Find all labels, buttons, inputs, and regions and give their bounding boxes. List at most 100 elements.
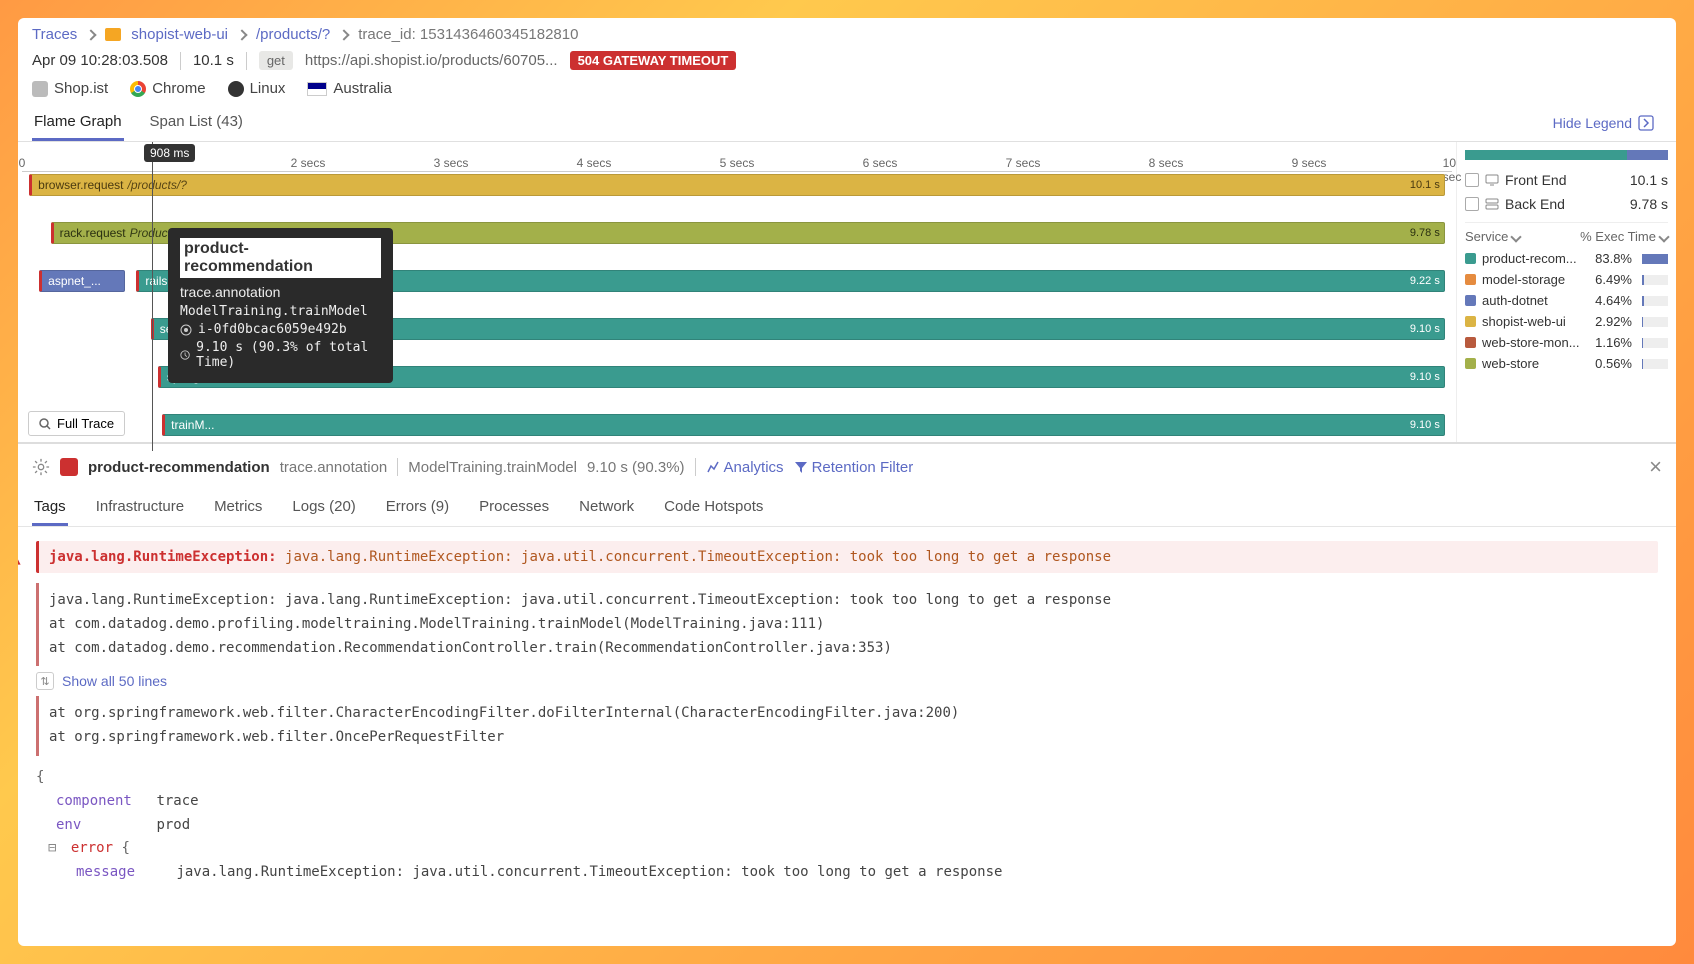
color-swatch — [1465, 274, 1476, 285]
detail-tab-network[interactable]: Network — [577, 490, 636, 526]
tab-span-list[interactable]: Span List (43) — [148, 105, 245, 141]
tooltip-host: i-0fd0bcac6059e492b — [180, 322, 381, 337]
service-pct: 0.56% — [1595, 356, 1632, 371]
backend-icon — [1485, 197, 1499, 211]
service-row[interactable]: auth-dotnet 4.64% — [1465, 290, 1668, 311]
crumb-traces[interactable]: Traces — [32, 26, 77, 43]
service-name: model-storage — [1482, 272, 1565, 287]
detail-tab-logs-[interactable]: Logs (20) — [290, 490, 357, 526]
crumb-path[interactable]: /products/? — [256, 26, 330, 43]
tag-app: Shop.ist — [32, 80, 108, 97]
service-bar — [1642, 317, 1668, 327]
checkbox[interactable] — [1465, 173, 1479, 187]
close-button[interactable]: × — [1649, 454, 1662, 480]
tab-flame-graph[interactable]: Flame Graph — [32, 105, 124, 141]
gear-icon[interactable] — [32, 458, 50, 476]
ruler-tick: 6 secs — [863, 156, 898, 170]
view-tabs: Flame Graph Span List (43) Hide Legend — [18, 105, 1676, 142]
flag-icon — [307, 82, 327, 96]
exec-time-column-header[interactable]: % Exec Time — [1580, 229, 1668, 244]
divider — [695, 458, 696, 476]
color-swatch — [1465, 253, 1476, 264]
legend-panel: Front End10.1 s Back End9.78 s Service %… — [1456, 142, 1676, 442]
crumb-trace-id: trace_id: 1531436460345182810 — [358, 26, 578, 43]
status-badge: 504 GATEWAY TIMEOUT — [570, 51, 737, 70]
show-all-lines-button[interactable]: ⇅ Show all 50 lines — [36, 672, 1658, 690]
detail-tab-tags[interactable]: Tags — [32, 490, 68, 526]
http-url: https://api.shopist.io/products/60705... — [305, 52, 558, 69]
chevron-down-icon — [1658, 231, 1669, 242]
legend-backend[interactable]: Back End9.78 s — [1465, 192, 1668, 216]
linux-icon — [228, 81, 244, 97]
collapse-toggle[interactable]: ⊟ — [48, 840, 56, 856]
tag-os: Linux — [228, 80, 286, 97]
kv-key-error: error — [71, 840, 113, 856]
stack-line: at org.springframework.web.filter.Charac… — [49, 702, 1648, 726]
service-name: auth-dotnet — [1482, 293, 1548, 308]
frontend-icon — [1485, 173, 1499, 187]
collapse-icon — [1638, 115, 1654, 131]
service-pct: 4.64% — [1595, 293, 1632, 308]
details-service: product-recommendation — [88, 459, 270, 476]
duration: 10.1 s — [193, 52, 234, 69]
kv-value: java.lang.RuntimeException: java.util.co… — [176, 864, 1002, 880]
span-bar[interactable]: aspnet_... — [39, 270, 125, 292]
service-row[interactable]: product-recom... 83.8% — [1465, 248, 1668, 269]
details-header: product-recommendation trace.annotation … — [18, 444, 1676, 490]
chevron-right-icon — [238, 26, 246, 43]
timestamp: Apr 09 10:28:03.508 — [32, 52, 168, 69]
flame-graph-area: 908 ms 02 secs3 secs4 secs5 secs6 secs7 … — [18, 142, 1676, 443]
breadcrumb: Traces shopist-web-ui /products/? trace_… — [18, 18, 1676, 47]
flame-graph[interactable]: product-recommendation trace.annotation … — [18, 172, 1456, 442]
color-swatch — [1465, 358, 1476, 369]
kv-key: env — [56, 814, 136, 838]
service-row[interactable]: web-store 0.56% — [1465, 353, 1668, 374]
trace-info-row: Apr 09 10:28:03.508 10.1 s get https://a… — [18, 47, 1676, 74]
checkbox[interactable] — [1465, 197, 1479, 211]
color-swatch — [1465, 337, 1476, 348]
kv-key: component — [56, 790, 136, 814]
tag-browser: Chrome — [130, 80, 205, 97]
stacktrace-top: java.lang.RuntimeException: java.lang.Ru… — [36, 583, 1658, 666]
color-swatch — [1465, 316, 1476, 327]
detail-tab-infrastructure[interactable]: Infrastructure — [94, 490, 186, 526]
service-bar — [1642, 359, 1668, 369]
service-row[interactable]: web-store-mon... 1.16% — [1465, 332, 1668, 353]
error-class: java.lang.RuntimeException: — [49, 549, 277, 565]
ruler-tick: 3 secs — [434, 156, 469, 170]
span-bar[interactable]: trainM...9.10 s — [162, 414, 1445, 436]
tag-country: Australia — [307, 80, 391, 97]
stack-line: at com.datadog.demo.recommendation.Recom… — [49, 637, 1648, 661]
full-trace-button[interactable]: Full Trace — [28, 411, 125, 436]
kv-value: prod — [156, 817, 190, 833]
tooltip-resource: ModelTraining.trainModel — [180, 304, 381, 319]
span-details-panel: product-recommendation trace.annotation … — [18, 443, 1676, 946]
crumb-project[interactable]: shopist-web-ui — [131, 26, 228, 43]
detail-tab-metrics[interactable]: Metrics — [212, 490, 264, 526]
chevron-down-icon — [1511, 231, 1522, 242]
playhead-line[interactable] — [152, 142, 153, 451]
service-row[interactable]: model-storage 6.49% — [1465, 269, 1668, 290]
analytics-link[interactable]: Analytics — [706, 459, 784, 476]
service-pct: 2.92% — [1595, 314, 1632, 329]
env-tags: Shop.ist Chrome Linux Australia — [18, 74, 1676, 105]
detail-tab-processes[interactable]: Processes — [477, 490, 551, 526]
chrome-icon — [130, 81, 146, 97]
service-column-header[interactable]: Service — [1465, 229, 1520, 244]
legend-summary-bar — [1465, 150, 1668, 160]
detail-tab-errors-[interactable]: Errors (9) — [384, 490, 451, 526]
folder-icon — [105, 28, 121, 41]
ruler-tick: 7 secs — [1006, 156, 1041, 170]
detail-tab-code-hotspots[interactable]: Code Hotspots — [662, 490, 765, 526]
service-pct: 1.16% — [1595, 335, 1632, 350]
divider — [180, 52, 181, 70]
legend-frontend[interactable]: Front End10.1 s — [1465, 168, 1668, 192]
span-bar[interactable]: browser.request/products/?10.1 s — [29, 174, 1445, 196]
chevron-right-icon — [87, 26, 95, 43]
service-row[interactable]: shopist-web-ui 2.92% — [1465, 311, 1668, 332]
time-marker: 908 ms — [144, 144, 195, 162]
retention-filter-link[interactable]: Retention Filter — [794, 459, 914, 476]
hide-legend-button[interactable]: Hide Legend — [1553, 115, 1662, 131]
timeline-ruler[interactable]: 908 ms 02 secs3 secs4 secs5 secs6 secs7 … — [22, 142, 1452, 172]
span-row: trainM...9.10 s — [22, 414, 1452, 437]
